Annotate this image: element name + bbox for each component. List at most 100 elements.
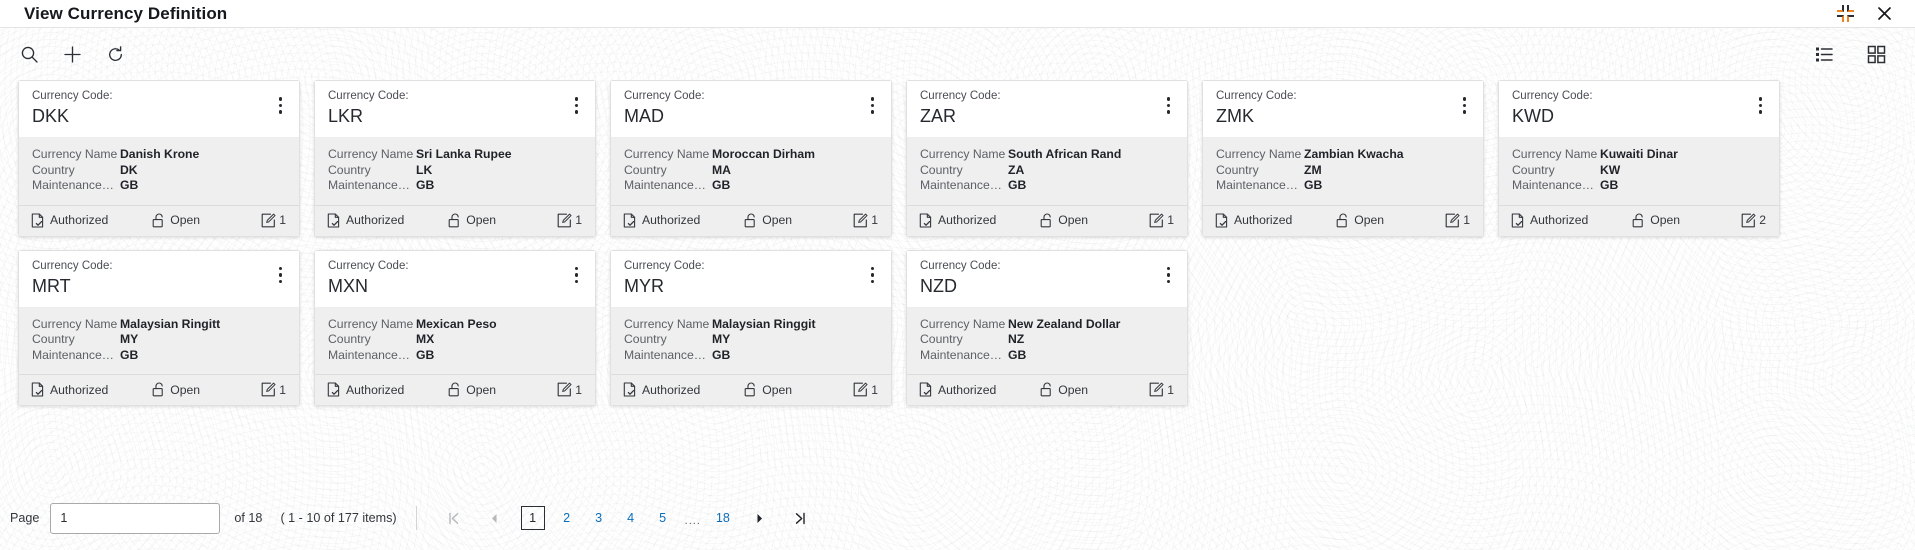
card-menu-icon[interactable]	[269, 89, 287, 114]
pagination-page-1[interactable]: 1	[520, 506, 545, 530]
maintenance-label: Maintenance…	[624, 347, 706, 362]
card-menu-icon[interactable]	[1157, 89, 1175, 114]
add-icon[interactable]	[57, 39, 87, 69]
card-code-block: Currency Code: KWD	[1512, 89, 1593, 128]
modification-count[interactable]: 1	[1149, 213, 1174, 228]
currency-card[interactable]: Currency Code: KWD Currency Name Kuwaiti…	[1498, 80, 1780, 237]
authorization-status-text: Authorized	[642, 382, 701, 397]
currency-code-value: MAD	[624, 106, 664, 126]
currency-name-row: Currency Name South African Rand	[920, 147, 1174, 163]
currency-name-label: Currency Name	[920, 316, 1006, 331]
maintenance-row: Maintenance… GB	[328, 178, 582, 194]
modification-count[interactable]: 1	[853, 382, 878, 397]
maintenance-row: Maintenance… GB	[624, 178, 878, 194]
list-view-icon[interactable]	[1809, 39, 1839, 69]
modification-count[interactable]: 1	[557, 382, 582, 397]
country-label: Country	[32, 162, 75, 177]
maintenance-label: Maintenance…	[32, 178, 114, 192]
first-page-icon[interactable]	[441, 506, 466, 531]
currency-card[interactable]: Currency Code: MRT Currency Name Malaysi…	[18, 249, 300, 406]
maintenance-row: Maintenance… GB	[32, 178, 286, 194]
currency-card[interactable]: Currency Code: MYR Currency Name Malaysi…	[610, 249, 892, 406]
modification-count[interactable]: 1	[1445, 213, 1470, 228]
card-menu-icon[interactable]	[861, 89, 879, 114]
currency-card[interactable]: Currency Code: ZMK Currency Name Zambian…	[1202, 80, 1484, 237]
authorized-document-icon	[623, 212, 636, 228]
currency-name-row: Currency Name Malaysian Ringitt	[32, 317, 286, 333]
modification-count-value: 1	[279, 382, 286, 397]
currency-code-label: Currency Code:	[920, 259, 1001, 272]
card-menu-icon[interactable]	[861, 259, 879, 283]
country-row: Country MX	[328, 332, 582, 348]
pagination-page-3[interactable]: 3	[591, 506, 607, 531]
currency-name-value: Mexican Peso	[416, 316, 497, 331]
toolbar-left-actions	[14, 39, 130, 69]
collapse-corners-icon[interactable]	[1837, 5, 1854, 22]
close-icon[interactable]	[1876, 5, 1893, 22]
card-header: Currency Code: MRT	[19, 250, 299, 308]
previous-page-icon[interactable]	[482, 506, 507, 531]
card-header: Currency Code: MXN	[315, 250, 595, 308]
card-menu-icon[interactable]	[565, 89, 583, 114]
currency-card[interactable]: Currency Code: NZD Currency Name New Zea…	[906, 249, 1188, 406]
modification-count[interactable]: 1	[1149, 382, 1174, 397]
last-page-icon[interactable]	[788, 506, 813, 531]
modification-count[interactable]: 1	[853, 213, 878, 228]
record-lock-text: Open	[1650, 213, 1681, 227]
country-label: Country	[624, 162, 667, 177]
card-header: Currency Code: NZD	[907, 250, 1187, 308]
card-menu-icon[interactable]	[1749, 89, 1767, 114]
edit-record-icon	[1149, 382, 1164, 397]
grid-view-icon[interactable]	[1861, 39, 1891, 69]
pagination-controls: 1 2 3 4 5.... 18	[433, 506, 821, 531]
currency-card[interactable]: Currency Code: DKK Currency Name Danish …	[18, 80, 300, 237]
card-footer: Authorized Open 1	[611, 204, 891, 236]
pagination-divider	[415, 506, 417, 530]
refresh-icon[interactable]	[100, 39, 130, 69]
currency-card-grid: Currency Code: DKK Currency Name Danish …	[18, 80, 1897, 406]
next-page-icon[interactable]	[747, 506, 772, 531]
card-menu-icon[interactable]	[565, 259, 583, 283]
currency-name-value: Malaysian Ringitt	[120, 316, 221, 331]
currency-card[interactable]: Currency Code: MAD Currency Name Morocca…	[610, 80, 892, 237]
modification-count[interactable]: 1	[557, 213, 582, 228]
modification-count[interactable]: 1	[261, 213, 286, 228]
currency-code-value: KWD	[1512, 106, 1554, 126]
pagination-page-18[interactable]: 18	[715, 506, 731, 531]
currency-name-label: Currency Name	[624, 147, 710, 161]
card-details: Currency Name Zambian Kwacha Country ZM …	[1203, 138, 1483, 205]
currency-card[interactable]: Currency Code: ZAR Currency Name South A…	[906, 80, 1188, 237]
card-code-block: Currency Code: MXN	[328, 259, 409, 298]
maintenance-value: GB	[1304, 178, 1323, 192]
page-number-input[interactable]	[50, 502, 221, 534]
authorization-status: Authorized	[31, 212, 108, 228]
currency-card[interactable]: Currency Code: LKR Currency Name Sri Lan…	[314, 80, 596, 237]
country-label: Country	[624, 332, 667, 346]
window-title-bar: View Currency Definition	[0, 0, 1915, 28]
country-value: MY	[712, 332, 731, 346]
maintenance-row: Maintenance… GB	[1512, 178, 1766, 194]
record-lock-status: Open	[1632, 213, 1680, 228]
edit-record-icon	[1445, 213, 1460, 227]
currency-card[interactable]: Currency Code: MXN Currency Name Mexican…	[314, 249, 596, 406]
pagination-page-4[interactable]: 4	[623, 506, 639, 531]
authorization-status-text: Authorized	[346, 213, 405, 227]
total-pages-text: of 18	[234, 511, 263, 525]
authorization-status: Authorized	[31, 382, 108, 397]
modification-count[interactable]: 2	[1741, 213, 1766, 228]
card-details: Currency Name New Zealand Dollar Country…	[907, 307, 1187, 374]
pagination-page-5[interactable]: 5	[655, 506, 671, 531]
modification-count[interactable]: 1	[261, 382, 286, 397]
card-footer: Authorized Open 2	[1499, 204, 1779, 236]
card-header: Currency Code: MAD	[611, 81, 891, 138]
record-lock-status: Open	[744, 382, 792, 397]
card-menu-icon[interactable]	[1157, 259, 1175, 283]
currency-name-value: Zambian Kwacha	[1304, 147, 1404, 161]
card-menu-icon[interactable]	[1453, 89, 1471, 114]
card-code-block: Currency Code: LKR	[328, 89, 409, 128]
search-icon[interactable]	[14, 39, 44, 69]
pagination-page-2[interactable]: 2	[559, 506, 575, 531]
card-menu-icon[interactable]	[269, 259, 287, 283]
currency-code-label: Currency Code:	[624, 90, 705, 102]
action-toolbar	[0, 28, 1915, 80]
